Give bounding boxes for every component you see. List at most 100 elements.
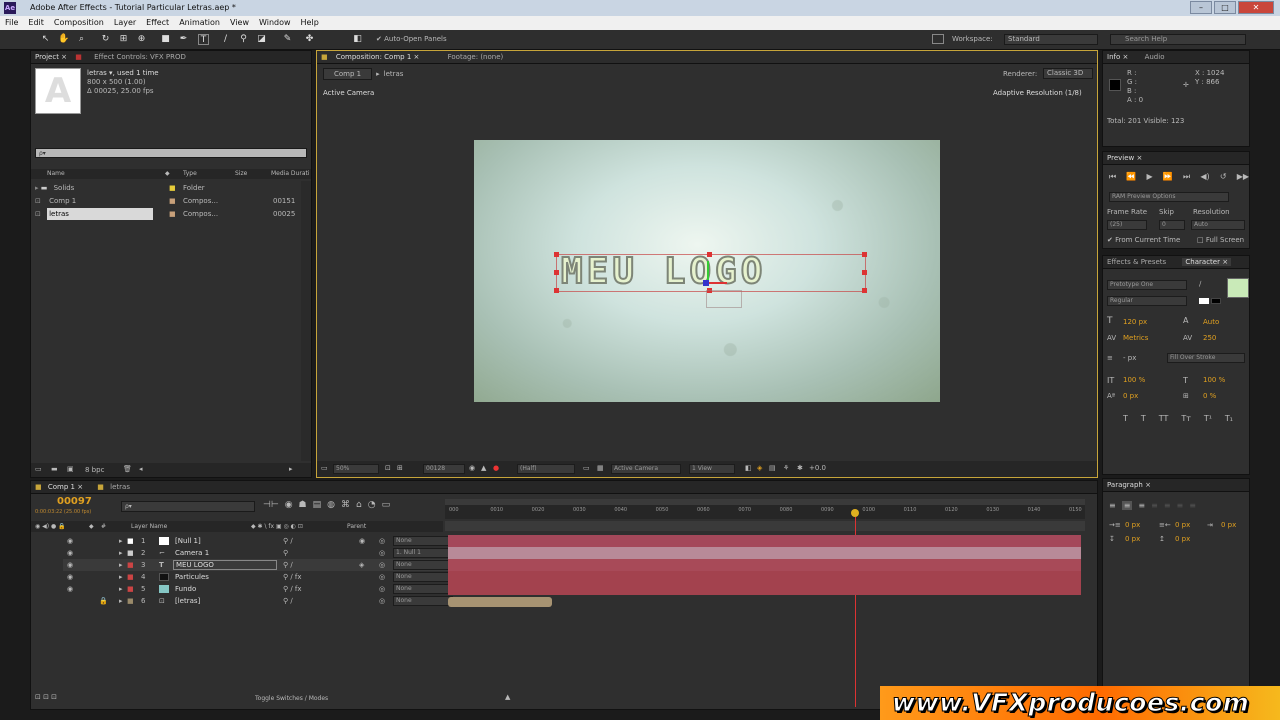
label-color-icon[interactable]: ■	[127, 595, 134, 607]
region-of-interest-icon[interactable]: ▭	[583, 464, 590, 472]
menu-animation[interactable]: Animation	[174, 16, 225, 30]
layer-row[interactable]: ◉ ▸ ■ 4 Particules ⚲ ∕ fx ◎ None	[63, 571, 473, 583]
show-snapshot-icon[interactable]: ▲	[481, 464, 486, 472]
layer-bar[interactable]	[448, 571, 1081, 583]
parent-pickwhip-icon[interactable]: ◎	[379, 535, 385, 547]
menu-effect[interactable]: Effect	[141, 16, 174, 30]
toggle-switches-modes[interactable]: Toggle Switches / Modes	[255, 695, 328, 702]
tab-effects-presets[interactable]: Effects & Presets	[1107, 258, 1166, 266]
new-folder-icon[interactable]: ▬	[51, 465, 58, 473]
col-layer-name[interactable]: Layer Name	[131, 521, 167, 532]
trash-icon[interactable]: 🗑	[123, 465, 132, 473]
layer-name[interactable]: Particules	[175, 571, 209, 583]
small-caps-icon[interactable]: Tт	[1181, 414, 1191, 423]
tracking-value[interactable]: 250	[1203, 334, 1216, 342]
camera-view-select[interactable]: Active Camera	[611, 464, 681, 474]
clone-tool-icon[interactable]: ⚲	[238, 34, 249, 45]
parent-select[interactable]: None	[393, 596, 453, 606]
zoom-tool-icon[interactable]: ⌕	[76, 34, 87, 45]
expand-arrow-icon[interactable]: ▸	[119, 571, 123, 583]
expand-arrow-icon[interactable]: ▸	[119, 547, 123, 559]
tab-footage[interactable]: Footage: (none)	[448, 53, 504, 61]
shy-switch-icon[interactable]: ⚲ ∕	[283, 595, 293, 607]
layer-name[interactable]: Camera 1	[175, 547, 209, 559]
tab-paragraph[interactable]: Paragraph ×	[1107, 481, 1151, 489]
expand-arrow-icon[interactable]: ▸	[119, 583, 123, 595]
layer-row[interactable]: 🔒 ▸ ■ 6 ⊡ [letras] ⚲ ∕ ◎ None	[63, 595, 473, 607]
live-update-icon[interactable]: ◔	[368, 500, 376, 510]
layer-bar[interactable]	[448, 583, 1081, 595]
shy-layers-icon[interactable]: ☗	[299, 500, 307, 510]
label-color-icon[interactable]: ■	[127, 547, 134, 559]
menu-edit[interactable]: Edit	[23, 16, 49, 30]
fx-switch-icon[interactable]: ⚲ ∕ fx	[283, 571, 302, 583]
layer-bar[interactable]	[448, 547, 1081, 559]
rotate-tool-icon[interactable]: ↻	[100, 34, 111, 45]
bbox-handle[interactable]	[554, 288, 559, 293]
layer-name-input[interactable]: MEU LOGO	[173, 560, 277, 570]
align-right-icon[interactable]: ≡	[1138, 501, 1145, 510]
auto-open-panels-checkbox[interactable]: ✔ Auto-Open Panels	[376, 35, 447, 43]
tab-character[interactable]: Character ×	[1182, 258, 1232, 266]
logo-bounding-box[interactable]: MEU LOGO	[554, 250, 867, 293]
first-frame-icon[interactable]: ⏮	[1109, 172, 1116, 182]
faux-italic-icon[interactable]: T	[1141, 414, 1146, 423]
label-color-icon[interactable]: ■	[127, 583, 134, 595]
kerning-value[interactable]: Metrics	[1123, 334, 1148, 342]
resolution-select[interactable]: Auto	[1191, 220, 1245, 230]
renderer-select[interactable]: Classic 3D	[1043, 68, 1093, 79]
faux-bold-icon[interactable]: T	[1123, 414, 1128, 423]
bpc-label[interactable]: 8 bpc	[85, 466, 104, 474]
project-scrollbar[interactable]	[301, 181, 311, 461]
fx-switch-icon[interactable]: ⚲ ∕ fx	[283, 583, 302, 595]
space-after-value[interactable]: 0 px	[1175, 535, 1190, 543]
snapshot-icon[interactable]: ◉	[469, 464, 475, 472]
all-caps-icon[interactable]: TT	[1159, 414, 1169, 423]
parent-select[interactable]: None	[393, 560, 453, 570]
expand-arrow-icon[interactable]: ▸	[119, 535, 123, 547]
draft-3d-icon[interactable]: ◉	[285, 500, 293, 510]
views-layout-select[interactable]: 1 View	[689, 464, 735, 474]
leading-value[interactable]: Auto	[1203, 318, 1219, 326]
composition-viewer[interactable]: MEU LOGO	[474, 140, 940, 402]
3d-layer-icon[interactable]: ◈	[359, 559, 364, 571]
tab-info[interactable]: Info ×	[1107, 53, 1128, 61]
bbox-handle[interactable]	[862, 288, 867, 293]
workspace-select[interactable]: Standard	[1004, 34, 1098, 45]
bbox-handle[interactable]	[862, 270, 867, 275]
from-current-time-checkbox[interactable]: ✔ From Current Time	[1107, 236, 1180, 244]
bbox-handle[interactable]	[554, 270, 559, 275]
zoom-out-icon[interactable]: ▲	[505, 693, 510, 701]
visibility-icon[interactable]: ◉	[67, 559, 73, 571]
stroke-width-value[interactable]: - px	[1123, 354, 1136, 362]
label-color-icon[interactable]: ■	[127, 571, 134, 583]
layer-row[interactable]: ◉ ▸ ■ 1 [Null 1] ⚲ ∕ ◉ ◎ None	[63, 535, 473, 547]
next-frame-icon[interactable]: ⏩	[1163, 172, 1173, 182]
font-family-select[interactable]: Pretotype One	[1107, 280, 1187, 290]
shy-switch-icon[interactable]: ⚲ ∕	[283, 535, 293, 547]
null-object-outline[interactable]	[706, 290, 742, 308]
current-time-field[interactable]: 00128	[423, 464, 465, 474]
x-axis-gizmo-icon[interactable]	[707, 282, 727, 284]
timeline-search-input[interactable]: ρ▾	[121, 501, 255, 512]
col-name[interactable]: Name	[47, 169, 65, 179]
lock-icon[interactable]: 🔒	[99, 595, 108, 607]
layer-name[interactable]: Fundo	[175, 583, 196, 595]
time-navigator[interactable]	[445, 521, 1085, 531]
ram-preview-icon[interactable]: ▶▶	[1237, 172, 1249, 182]
close-button[interactable]: ✕	[1238, 1, 1274, 14]
bbox-handle[interactable]	[707, 252, 712, 257]
screen-icon[interactable]: ▭	[382, 500, 391, 510]
visibility-icon[interactable]: ◉	[67, 583, 73, 595]
tab-letras[interactable]: letras	[110, 483, 130, 491]
pan-behind-tool-icon[interactable]: ⊕	[136, 34, 147, 45]
previous-frame-icon[interactable]: ⏪	[1126, 172, 1136, 182]
parent-pickwhip-icon[interactable]: ◎	[379, 547, 385, 559]
ram-preview-options-select[interactable]: RAM Preview Options	[1109, 192, 1229, 202]
comp-mini-flowchart-icon[interactable]: ⊣⊢	[263, 500, 279, 510]
type-tool-icon[interactable]: T	[198, 34, 209, 45]
toggle-pixel-aspect-icon[interactable]: ◧	[745, 464, 752, 472]
bbox-handle[interactable]	[862, 252, 867, 257]
last-frame-icon[interactable]: ⏭	[1183, 172, 1190, 182]
play-icon[interactable]: ▶	[1147, 172, 1153, 182]
